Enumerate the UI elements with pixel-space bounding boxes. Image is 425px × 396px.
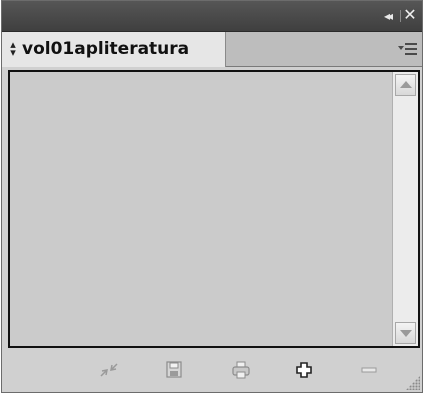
up-down-arrows-icon: ▴ ▾ [10,38,16,59]
scroll-up-button[interactable] [395,74,416,96]
scroll-up-arrow-icon [400,81,412,88]
scroll-down-arrow-icon [400,330,412,337]
book-panel: ◂◂ ✕ ▴ ▾ vol01apliteratura [1,0,423,393]
print-icon[interactable] [231,361,251,379]
double-chevron-left-icon[interactable]: ◂◂ [378,9,396,23]
tab-row: ▴ ▾ vol01apliteratura [2,32,422,67]
menu-line [405,48,417,50]
menu-line [405,53,417,55]
vertical-scrollbar[interactable] [392,72,418,346]
scroll-down-button[interactable] [395,322,416,344]
close-icon[interactable]: ✕ [402,7,418,23]
panel-titlebar[interactable]: ◂◂ ✕ [2,1,422,32]
add-icon[interactable] [294,361,314,379]
save-icon[interactable] [164,361,184,379]
panel-menu-icon[interactable] [398,40,418,58]
panel-toolbar [2,350,422,392]
document-list[interactable] [8,70,420,348]
resize-grip-icon[interactable] [406,376,420,390]
tab-vol01apliteratura[interactable]: ▴ ▾ vol01apliteratura [2,32,226,67]
menu-line [405,43,417,45]
remove-icon[interactable] [359,361,379,379]
tab-label: vol01apliteratura [22,39,190,59]
collapse-expand-arrows-icon[interactable] [99,361,119,379]
menu-triangle [398,46,404,50]
titlebar-separator [400,10,401,22]
